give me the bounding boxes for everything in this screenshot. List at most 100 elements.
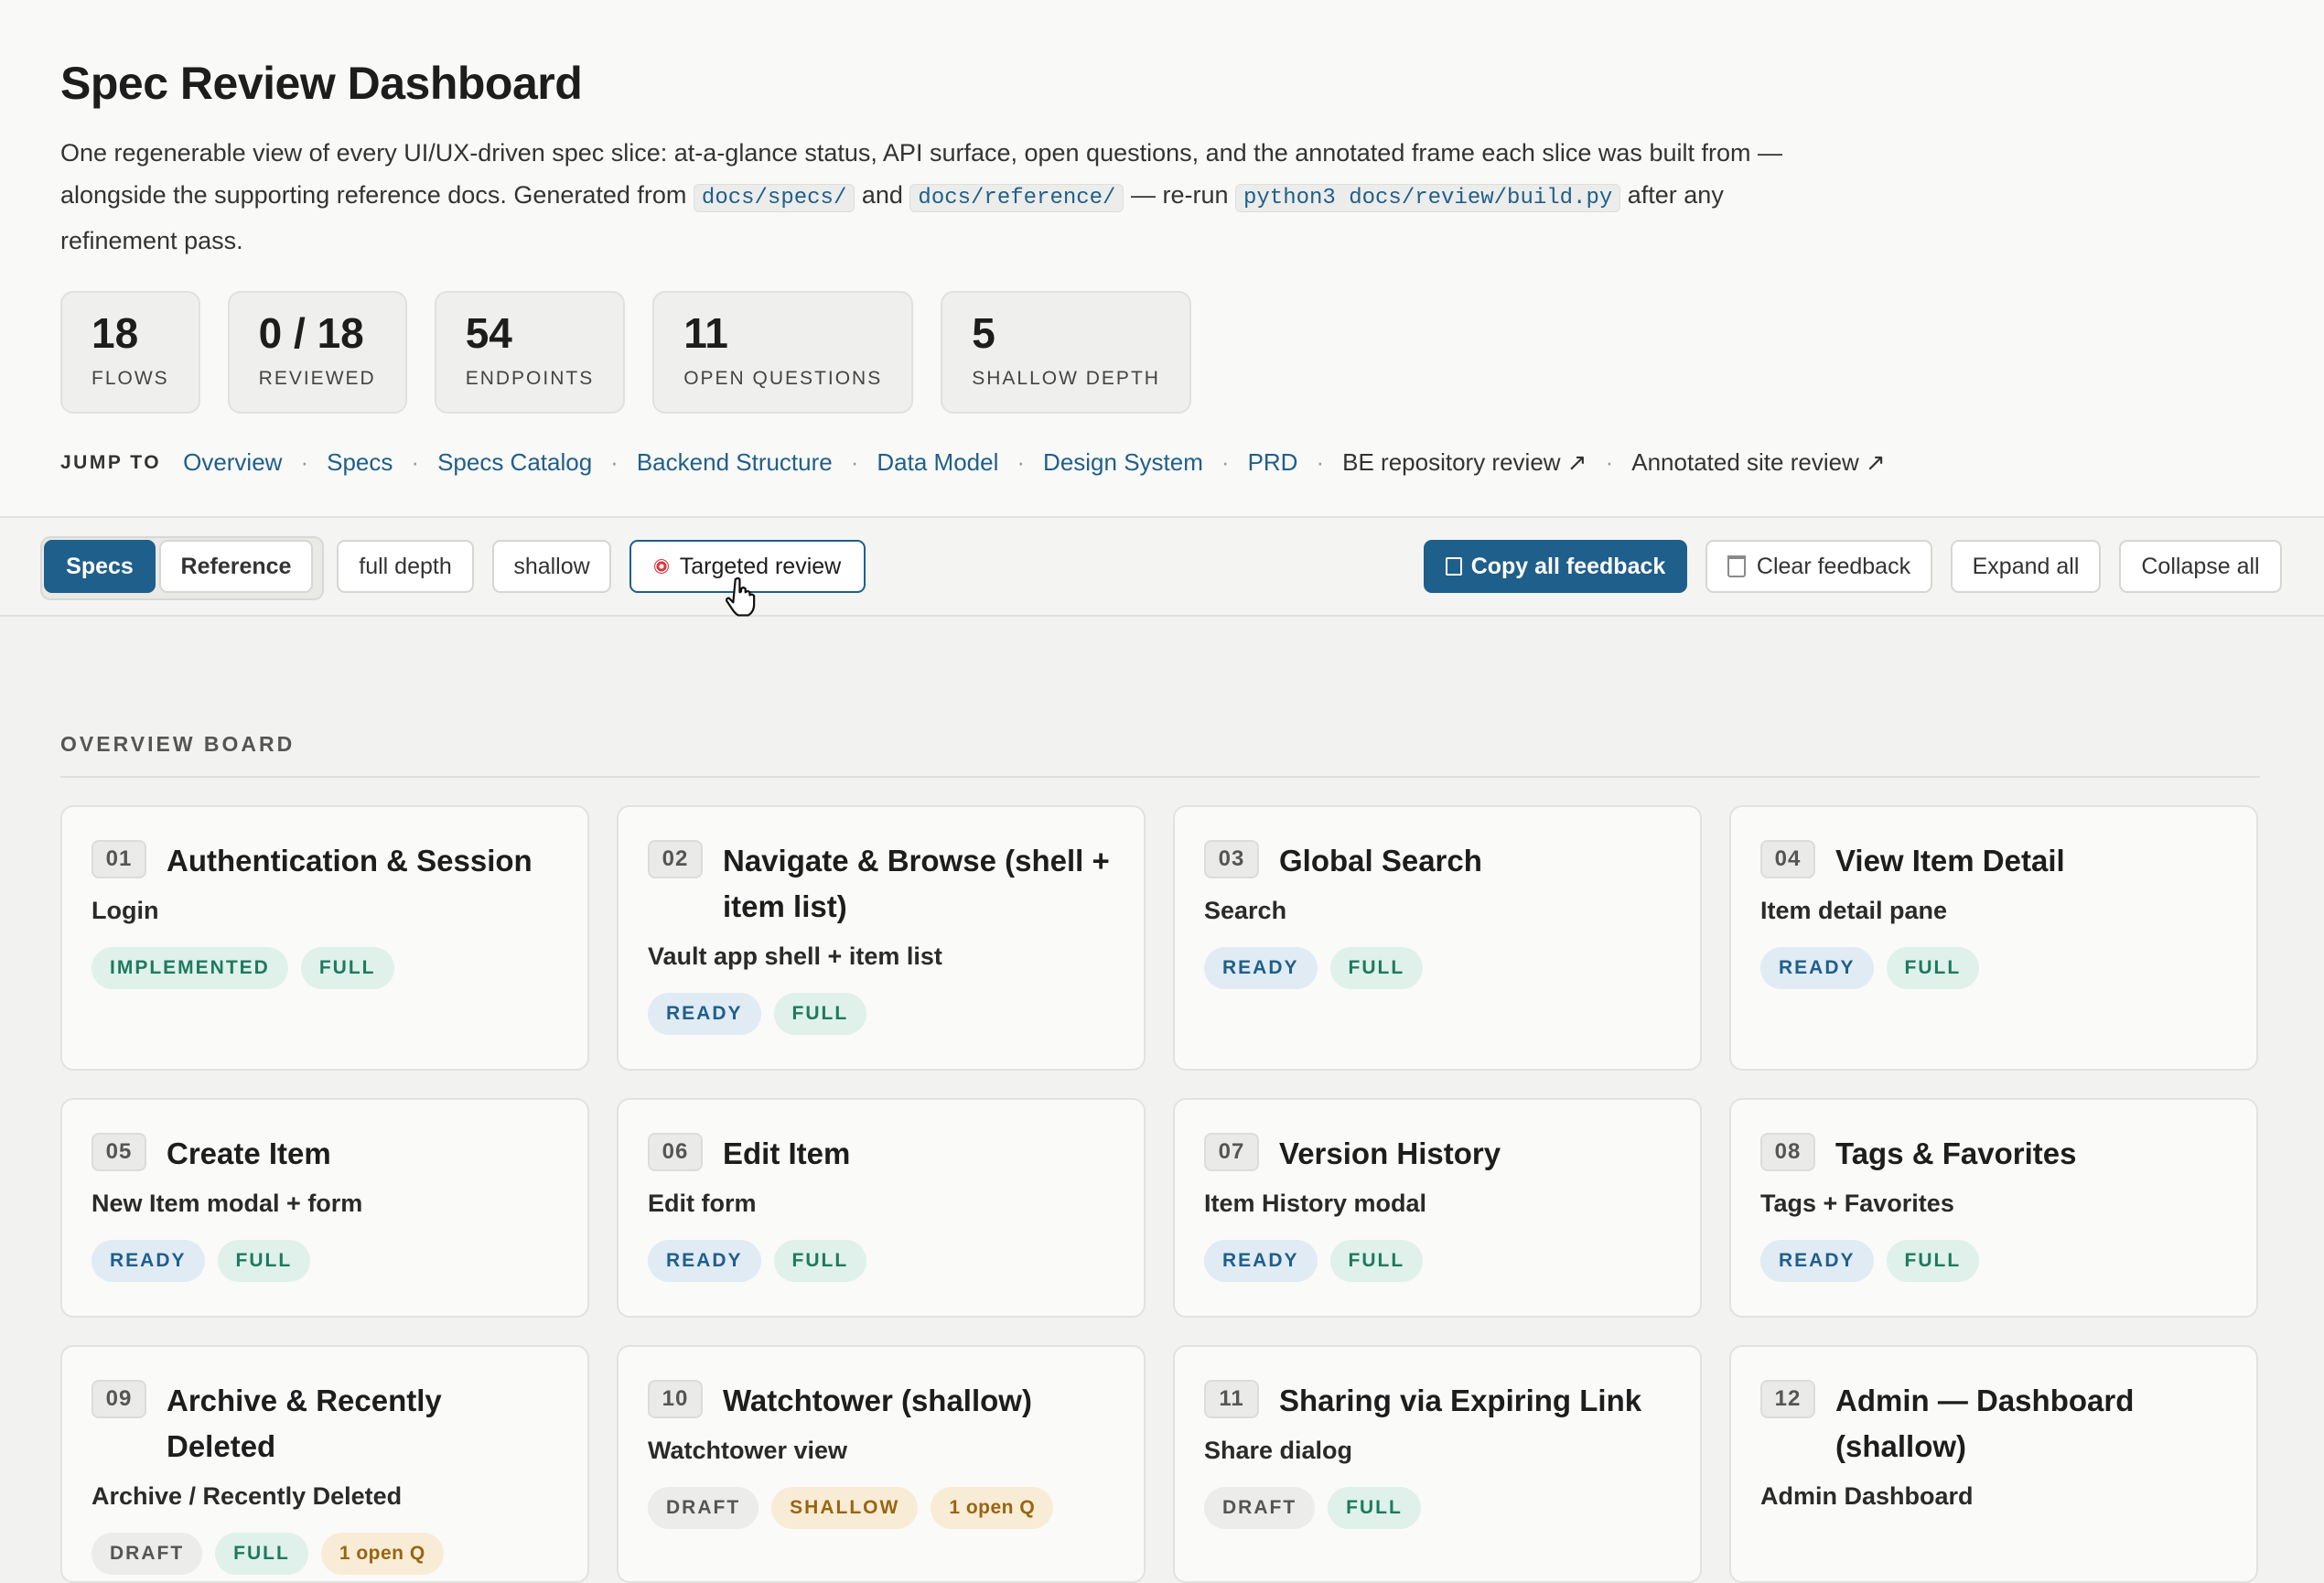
status-badge: READY (1204, 947, 1318, 989)
flow-card-08[interactable]: 08 Tags & Favorites Tags + Favorites READ… (1729, 1098, 2258, 1318)
stat-reviewed: 0 / 18 REVIEWED (227, 291, 407, 414)
flow-card-10[interactable]: 10 Watchtower (shallow) Watchtower view D… (617, 1345, 1146, 1583)
card-subtitle: New Item modal + form (91, 1190, 363, 1217)
stat-endpoints: 54 ENDPOINTS (434, 291, 626, 414)
status-badge: READY (648, 993, 761, 1035)
card-chips: READY FULL (91, 1240, 558, 1282)
jump-link-specs-catalog[interactable]: Specs Catalog (437, 448, 592, 477)
flow-card-05[interactable]: 05 Create Item New Item modal + form READ… (60, 1098, 589, 1318)
card-title: Tags & Favorites (1835, 1136, 2077, 1170)
jump-link-data-model[interactable]: Data Model (877, 448, 998, 477)
code-build-command: python3 docs/review/build.py (1235, 184, 1621, 212)
page-header: Spec Review Dashboard One regenerable vi… (0, 0, 2324, 518)
card-title: Archive & Recently Deleted (167, 1384, 442, 1463)
card-chips: DRAFT FULL (1204, 1487, 1671, 1529)
jump-link-specs[interactable]: Specs (327, 448, 393, 477)
jump-label: JUMP TO (60, 451, 162, 473)
page-title: Spec Review Dashboard (60, 58, 583, 109)
card-title: Navigate & Browse (shell + item list) (723, 844, 1110, 923)
status-badge: DRAFT (1204, 1487, 1316, 1529)
card-chips: READY FULL (1760, 947, 2227, 989)
card-subtitle: Login (91, 897, 159, 924)
card-chips: DRAFT FULL 1 open Q (91, 1533, 558, 1575)
trash-icon (1727, 555, 1746, 577)
flow-card-02[interactable]: 02 Navigate & Browse (shell + item list) … (617, 805, 1146, 1071)
status-badge: READY (1760, 947, 1874, 989)
jump-link-prd[interactable]: PRD (1248, 448, 1298, 477)
card-title: View Item Detail (1835, 844, 2065, 878)
status-badge: DRAFT (648, 1487, 759, 1529)
copy-all-feedback-button[interactable]: Copy all feedback (1424, 540, 1687, 593)
card-subtitle: Archive / Recently Deleted (91, 1482, 403, 1510)
status-badge: DRAFT (91, 1533, 203, 1575)
depth-badge: FULL (773, 993, 867, 1035)
flow-card-12[interactable]: 12 Admin — Dashboard (shallow) Admin Dash… (1729, 1345, 2258, 1583)
jump-link-overview[interactable]: Overview (183, 448, 282, 477)
card-title: Edit Item (723, 1136, 851, 1170)
status-badge: READY (1760, 1240, 1874, 1282)
jump-link-backend-structure[interactable]: Backend Structure (637, 448, 833, 477)
card-chips: DRAFT SHALLOW 1 open Q (648, 1487, 1114, 1529)
collapse-all-button[interactable]: Collapse all (2119, 540, 2282, 593)
card-number: 01 (91, 840, 146, 878)
card-chips: READY FULL (1204, 1240, 1671, 1282)
depth-badge: FULL (217, 1240, 311, 1282)
card-subtitle: Edit form (648, 1190, 757, 1217)
card-subtitle: Admin Dashboard (1760, 1482, 1974, 1510)
jump-link-annotated-site-review[interactable]: Annotated site review ↗ (1631, 448, 1886, 477)
flow-card-11[interactable]: 11 Sharing via Expiring Link Share dialog… (1173, 1345, 1702, 1583)
card-title: Authentication & Session (167, 844, 533, 878)
depth-badge: FULL (1328, 1487, 1421, 1529)
filter-full-depth[interactable]: full depth (337, 540, 474, 593)
card-title: Global Search (1279, 844, 1482, 878)
card-subtitle: Share dialog (1204, 1437, 1353, 1464)
section-label: OVERVIEW BOARD (60, 732, 296, 756)
flow-card-07[interactable]: 07 Version History Item History modal REA… (1173, 1098, 1702, 1318)
jump-nav: JUMP TO Overview · Specs · Specs Catalog… (60, 448, 1886, 477)
open-question-badge: 1 open Q (320, 1533, 444, 1575)
depth-badge: FULL (773, 1240, 867, 1282)
section-divider (60, 776, 2260, 778)
jump-link-be-repository-review[interactable]: BE repository review ↗ (1342, 448, 1587, 477)
card-subtitle: Watchtower view (648, 1437, 848, 1464)
hand-cursor-icon (726, 576, 756, 617)
card-title: Admin — Dashboard (shallow) (1835, 1384, 2135, 1463)
card-number: 04 (1760, 840, 1815, 878)
clear-feedback-button[interactable]: Clear feedback (1705, 540, 1932, 593)
card-title: Create Item (167, 1136, 331, 1170)
flow-card-06[interactable]: 06 Edit Item Edit form READY FULL (617, 1098, 1146, 1318)
card-title: Version History (1279, 1136, 1501, 1170)
stat-flows: 18 FLOWS (60, 291, 200, 414)
card-chips: READY FULL (648, 1240, 1114, 1282)
card-number: 11 (1204, 1380, 1259, 1418)
flow-card-03[interactable]: 03 Global Search Search READY FULL (1173, 805, 1702, 1071)
card-number: 12 (1760, 1380, 1815, 1418)
card-subtitle: Item detail pane (1760, 897, 1948, 924)
card-title: Watchtower (shallow) (723, 1384, 1032, 1417)
status-badge: READY (1204, 1240, 1318, 1282)
flow-card-01[interactable]: 01 Authentication & Session Login IMPLEME… (60, 805, 589, 1071)
card-subtitle: Item History modal (1204, 1190, 1427, 1217)
filter-shallow[interactable]: shallow (492, 540, 611, 593)
depth-badge: SHALLOW (771, 1487, 919, 1529)
tab-specs[interactable]: Specs (44, 540, 156, 593)
card-subtitle: Vault app shell + item list (648, 942, 942, 970)
copy-icon (1445, 557, 1462, 576)
flow-card-04[interactable]: 04 View Item Detail Item detail pane READ… (1729, 805, 2258, 1071)
depth-badge: FULL (1329, 947, 1424, 989)
card-chips: READY FULL (648, 993, 1114, 1035)
status-badge: READY (91, 1240, 205, 1282)
card-number: 07 (1204, 1133, 1259, 1171)
card-number: 03 (1204, 840, 1259, 878)
depth-badge: FULL (1886, 1240, 1980, 1282)
depth-badge: FULL (300, 947, 394, 989)
jump-link-design-system[interactable]: Design System (1043, 448, 1203, 477)
flow-card-09[interactable]: 09 Archive & Recently Deleted Archive / R… (60, 1345, 589, 1583)
status-badge: READY (648, 1240, 761, 1282)
card-chips: READY FULL (1204, 947, 1671, 989)
open-question-badge: 1 open Q (931, 1487, 1054, 1529)
card-chips: READY FULL (1760, 1240, 2227, 1282)
expand-all-button[interactable]: Expand all (1951, 540, 2101, 593)
stat-shallow-depth: 5 SHALLOW DEPTH (941, 291, 1191, 414)
tab-reference[interactable]: Reference (159, 540, 313, 593)
